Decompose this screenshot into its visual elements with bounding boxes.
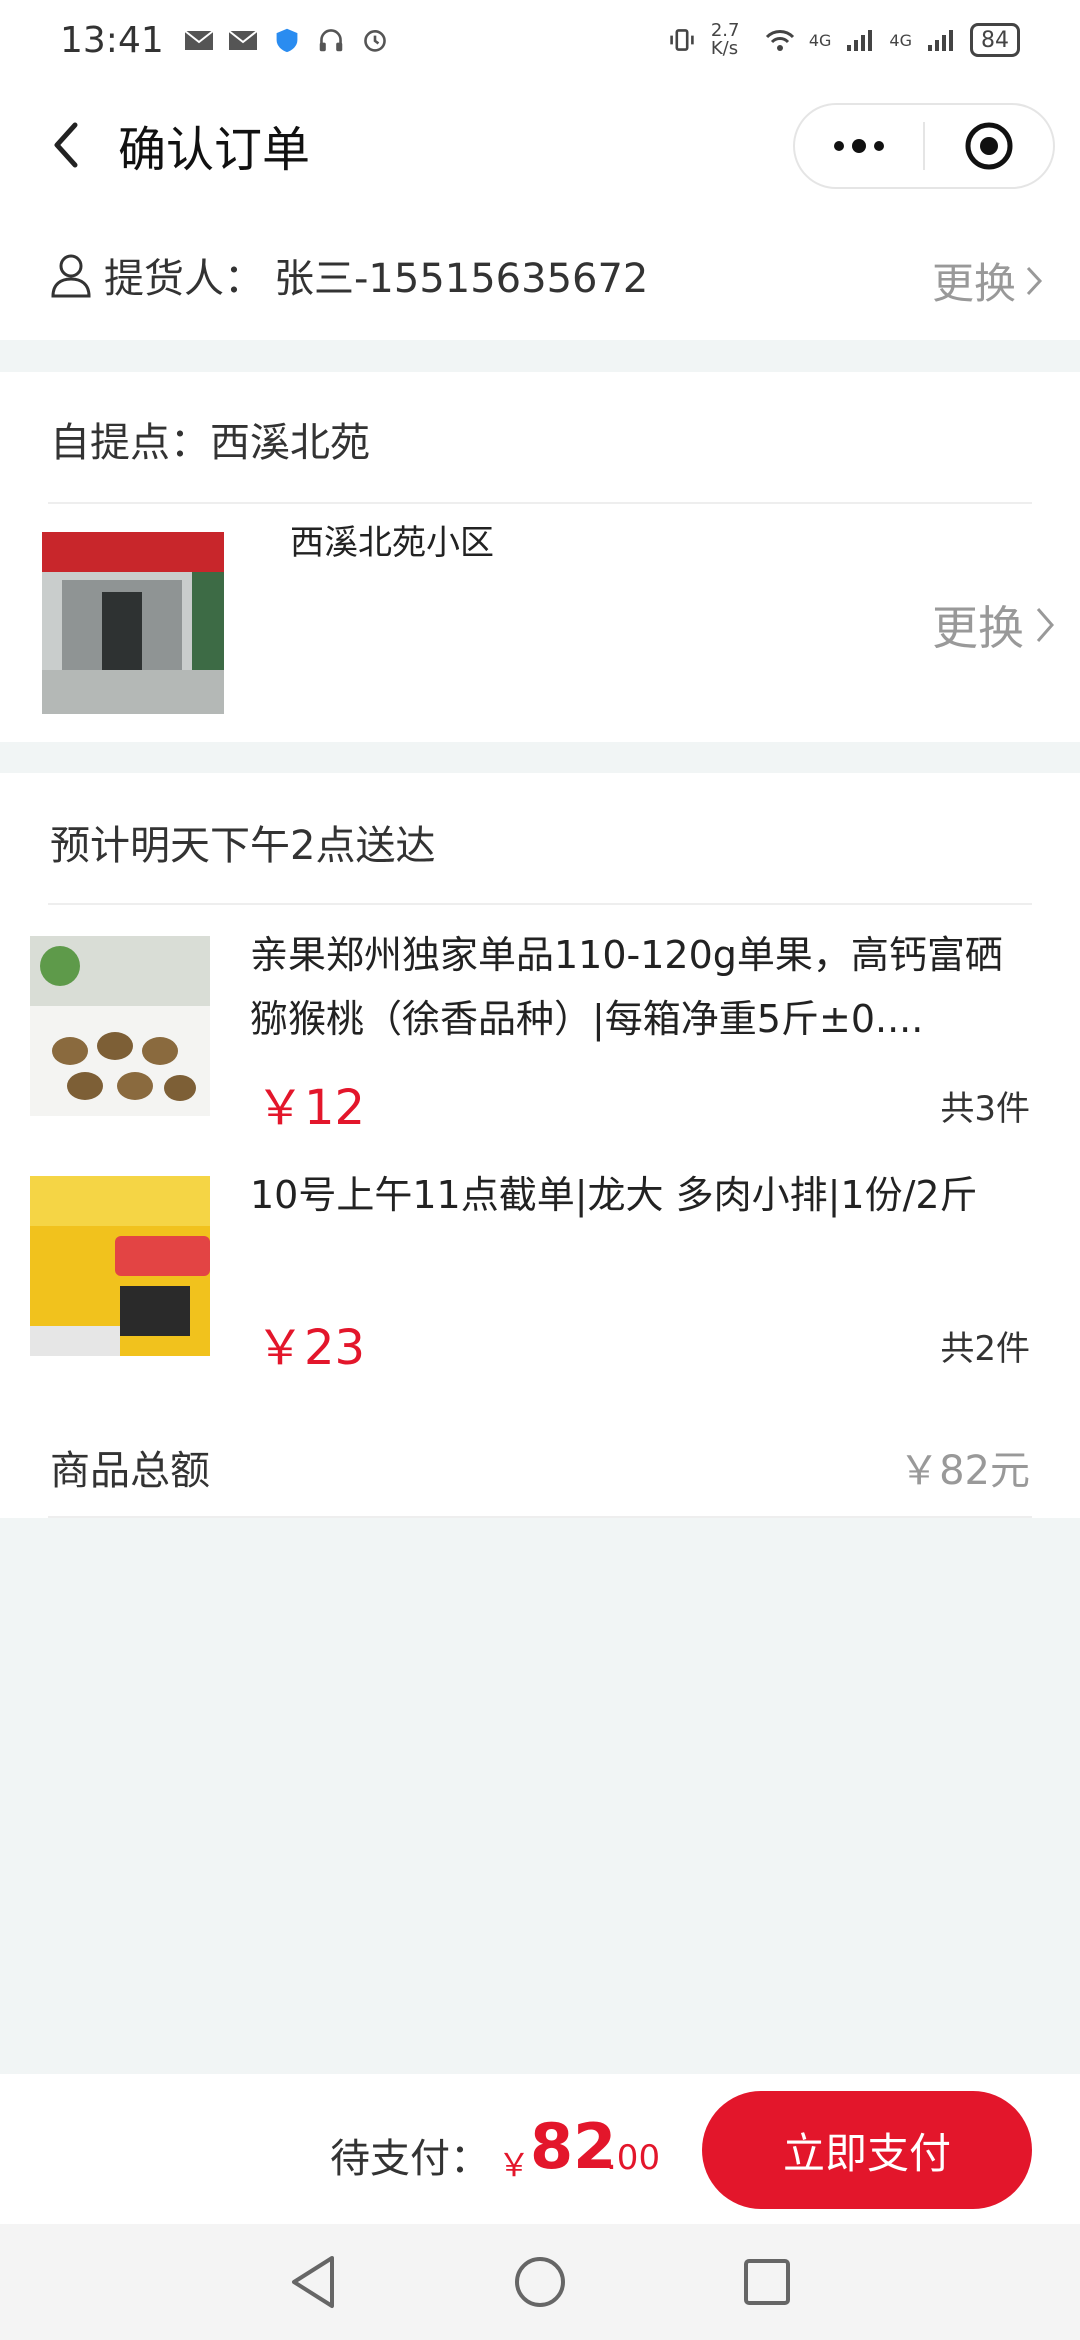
pay-amount-decimal: .00: [606, 2138, 661, 2178]
product-price: ￥23: [256, 1320, 366, 1376]
total-label: 商品总额: [50, 1448, 210, 1494]
close-button[interactable]: [925, 103, 1053, 189]
order-card: 预计明天下午2点送达 亲果郑州独家单品110-120g单果，高钙富硒猕猴桃（徐香…: [0, 773, 1080, 1518]
signal-icon: [847, 30, 873, 51]
signal-label-2: 4G: [889, 30, 912, 50]
chevron-right-icon: [1026, 266, 1043, 295]
system-nav-bar: [0, 2224, 1080, 2340]
more-button[interactable]: [795, 103, 923, 189]
vibrate-icon: [670, 29, 694, 51]
signal-label-1: 4G: [808, 30, 832, 50]
headphones-icon: [319, 29, 343, 52]
divider: [48, 1516, 1032, 1518]
product-name: 亲果郑州独家单品110-120g单果，高钙富硒猕猴桃（徐香品种）|每箱净重5斤±…: [250, 933, 1003, 1041]
payment-bar: 待支付： ￥ 82 .00 立即支付: [0, 2074, 1080, 2224]
total-row: 商品总额 ￥82元: [0, 1418, 1080, 1518]
product-image: [30, 936, 210, 1116]
change-point-label: 更换: [932, 601, 1024, 655]
circle-home-icon: [514, 2257, 565, 2307]
product-quantity: 共2件: [940, 1329, 1030, 1369]
status-right: 2.7 K/s 4G 4G 84: [667, 22, 1020, 58]
notification-icons: [184, 27, 390, 53]
status-bar: 13:41 2.7 K/s 4G 4G 84: [0, 0, 1080, 80]
pay-label: 待支付：: [330, 2136, 490, 2182]
status-time: 13:41: [60, 19, 164, 61]
change-picker-label: 更换: [931, 259, 1016, 308]
total-value: ￥82元: [899, 1448, 1030, 1494]
square-recents-icon: [743, 2259, 790, 2305]
product-name: 10号上午11点截单|龙大 多肉小排|1份/2斤: [250, 1173, 978, 1217]
change-picker-button[interactable]: 更换: [932, 250, 1044, 311]
change-pickup-point-button[interactable]: 更换: [932, 592, 1056, 658]
more-dots-icon: [834, 139, 884, 153]
divider: [48, 502, 1032, 504]
triangle-back-icon: [292, 2256, 335, 2308]
pickup-point-title: 自提点：西溪北苑: [50, 420, 370, 466]
battery-indicator: 84: [970, 23, 1020, 57]
net-speed: 2.7 K/s: [710, 20, 740, 59]
product-price: ￥12: [256, 1080, 366, 1136]
product-item[interactable]: 10号上午11点截单|龙大 多肉小排|1份/2斤 ￥23 共2件: [0, 1143, 1080, 1376]
signal-icon: [928, 30, 953, 51]
shield-icon: [276, 28, 298, 53]
wifi-icon: [765, 30, 794, 51]
delivery-estimate: 预计明天下午2点送达: [50, 823, 436, 869]
pay-currency: ￥: [498, 2146, 531, 2184]
pay-amount-integer: 82: [530, 2110, 617, 2183]
user-icon: [51, 254, 91, 298]
back-button[interactable]: [40, 120, 90, 170]
pay-now-button[interactable]: 立即支付: [702, 2091, 1032, 2209]
system-back-button[interactable]: [278, 2247, 348, 2317]
picker-label: 提货人：: [104, 256, 264, 302]
alarm-icon: [363, 30, 386, 52]
pickup-point-card: 自提点：西溪北苑 西溪北苑小区 更换: [0, 372, 1080, 742]
system-recents-button[interactable]: [732, 2247, 802, 2317]
pickup-point-name: 西溪北苑小区: [290, 523, 494, 563]
pickup-point-photo: [42, 532, 224, 714]
target-circle-icon: [965, 122, 1013, 170]
nav-bar: 确认订单: [0, 80, 1080, 210]
mail-icon: [228, 30, 258, 50]
system-home-button[interactable]: [505, 2247, 575, 2317]
mail-icon: [184, 30, 214, 50]
picker-row[interactable]: 提货人： 张三-15515635672 更换: [0, 210, 1080, 340]
chevron-right-icon: [1036, 608, 1054, 642]
product-quantity: 共3件: [940, 1089, 1030, 1129]
mini-program-capsule: [793, 103, 1055, 189]
picker-value: 张三-15515635672: [274, 256, 649, 302]
chevron-left-icon: [54, 122, 78, 168]
product-image: [30, 1176, 210, 1356]
product-item[interactable]: 亲果郑州独家单品110-120g单果，高钙富硒猕猴桃（徐香品种）|每箱净重5斤±…: [0, 903, 1080, 1136]
page-title: 确认订单: [118, 122, 311, 178]
